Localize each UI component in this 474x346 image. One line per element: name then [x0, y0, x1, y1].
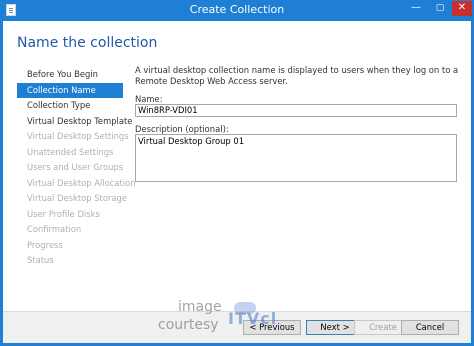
- cancel-button[interactable]: Cancel: [401, 320, 459, 335]
- create-collection-window: Create Collection — ▢ ✕ Name the collect…: [0, 0, 474, 346]
- nav-item-status: Status: [27, 255, 54, 265]
- nav-item-before-you-begin[interactable]: Before You Begin: [17, 67, 123, 83]
- page-description: A virtual desktop collection name is dis…: [135, 65, 459, 86]
- nav-item-unattended-settings: Unattended Settings: [27, 146, 114, 157]
- nav-item-user-profile-disks: User Profile Disks: [27, 208, 100, 219]
- wizard-client-area: Name the collection Before You Begin Col…: [3, 21, 471, 343]
- title-bar[interactable]: Create Collection — ▢ ✕: [0, 0, 474, 21]
- nav-item-virtual-desktop-storage: Virtual Desktop Storage: [27, 193, 127, 203]
- minimize-button[interactable]: —: [404, 1, 428, 16]
- window-title: Create Collection: [189, 3, 285, 16]
- nav-item-virtual-desktop-settings: Virtual Desktop Settings: [27, 131, 129, 141]
- nav-item-collection-type[interactable]: Collection Type: [17, 98, 123, 114]
- previous-button[interactable]: < Previous: [243, 320, 301, 335]
- wizard-header: Name the collection: [3, 21, 471, 59]
- nav-item-users-and-user-groups: Users and User Groups: [27, 162, 124, 172]
- collection-description-input[interactable]: Virtual Desktop Group 01: [135, 134, 457, 182]
- nav-item-confirmation: Confirmation: [27, 224, 82, 234]
- nav-item-collection-name[interactable]: Collection Name: [17, 82, 123, 98]
- wizard-footer: < Previous Next > Create Cancel: [3, 312, 471, 343]
- nav-item-progress: Progress: [27, 239, 63, 250]
- description-label: Description (optional):: [135, 124, 229, 134]
- close-button[interactable]: ✕: [452, 1, 472, 16]
- nav-item-virtual-desktop-template[interactable]: Virtual Desktop Template: [17, 114, 132, 130]
- nav-item-virtual-desktop-allocation: Virtual Desktop Allocation: [27, 177, 136, 188]
- page-title: Name the collection: [17, 35, 158, 51]
- maximize-button[interactable]: ▢: [428, 1, 452, 16]
- wizard-step-nav: Before You Begin Collection Name Collect…: [17, 67, 136, 269]
- collection-name-input[interactable]: Win8RP-VDI01: [135, 104, 457, 117]
- name-label: Name:: [135, 94, 163, 104]
- wizard-main-panel: A virtual desktop collection name is dis…: [135, 65, 465, 182]
